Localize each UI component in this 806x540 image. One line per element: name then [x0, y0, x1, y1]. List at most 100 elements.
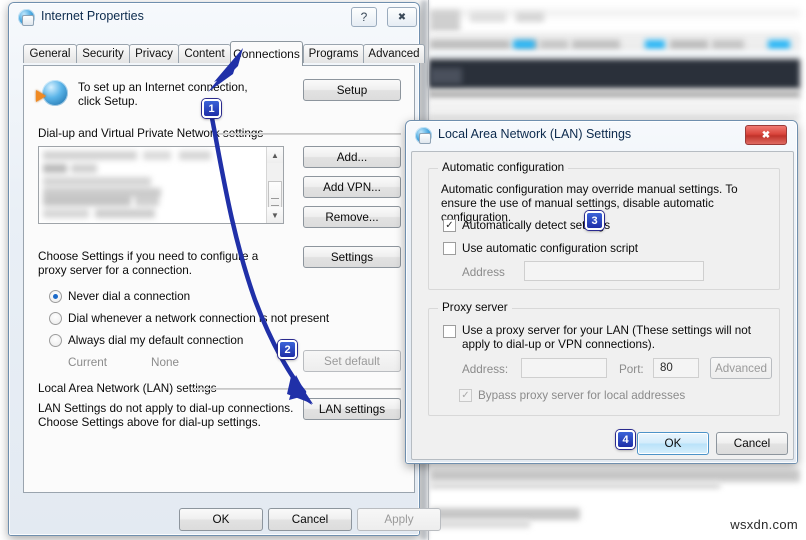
add-vpn-button[interactable]: Add VPN...: [303, 176, 401, 198]
setup-button[interactable]: Setup: [303, 79, 401, 101]
automatically-detect-settings-checkbox[interactable]: ✓: [443, 219, 456, 232]
use-automatic-configuration-script-label: Use automatic configuration script: [462, 242, 639, 255]
bypass-proxy-label: Bypass proxy server for local addresses: [478, 389, 686, 402]
step-number: 1: [208, 102, 215, 115]
lan-settings-client: Automatic configuration Automatic config…: [411, 151, 794, 460]
lan-group-divider: [192, 388, 401, 390]
help-icon: ?: [360, 10, 368, 24]
use-proxy-server-label: Use a proxy server for your LAN (These s…: [462, 324, 752, 351]
lan-settings-titlebar: Local Area Network (LAN) Settings ✖: [406, 121, 797, 151]
remove-button-label: Remove...: [325, 210, 379, 224]
bypass-proxy-checkbox[interactable]: ✓: [459, 389, 472, 402]
settings-button-label: Settings: [330, 250, 374, 264]
tab-label: Programs: [308, 48, 359, 60]
tab-advanced[interactable]: Advanced: [363, 44, 425, 63]
close-icon: ✖: [397, 11, 407, 23]
proxy-address-input[interactable]: [521, 358, 607, 378]
wsxdn-watermark: wsxdn.com: [730, 517, 798, 532]
check-icon: ✓: [461, 389, 470, 401]
tab-privacy[interactable]: Privacy: [129, 44, 179, 63]
tab-content[interactable]: Content: [178, 44, 231, 63]
lan-cancel-button[interactable]: Cancel: [716, 432, 788, 455]
remove-button[interactable]: Remove...: [303, 206, 401, 228]
radio-always-dial-label: Always dial my default connection: [68, 334, 244, 347]
close-icon: ✖: [761, 129, 771, 141]
tabstrip: General Security Privacy Content Connect…: [23, 41, 425, 66]
scroll-up-icon[interactable]: ▲: [267, 147, 283, 163]
apply-label: Apply: [384, 513, 414, 526]
tab-security[interactable]: Security: [76, 44, 130, 63]
add-button-label: Add...: [336, 150, 368, 164]
lan-settings-button[interactable]: LAN settings: [303, 398, 401, 420]
ok-label: OK: [212, 513, 230, 526]
radio-dial-whenever[interactable]: [49, 312, 62, 325]
ip-cancel-button[interactable]: Cancel: [268, 508, 352, 531]
set-default-label: Set default: [324, 354, 380, 368]
radio-never-dial-label: Never dial a connection: [68, 290, 191, 303]
use-automatic-configuration-script-checkbox[interactable]: [443, 242, 456, 255]
connections-listbox[interactable]: ▲ ▼: [38, 146, 284, 224]
lan-settings-button-label: LAN settings: [318, 402, 386, 416]
proxy-port-label: Port:: [619, 363, 644, 376]
radio-always-dial[interactable]: [49, 334, 62, 347]
auto-config-address-label: Address: [462, 266, 505, 279]
lan-ok-button[interactable]: OK: [637, 432, 709, 455]
tab-label: Security: [82, 48, 124, 60]
ip-apply-button: Apply: [357, 508, 441, 531]
lan-settings-window: Local Area Network (LAN) Settings ✖ Auto…: [405, 120, 798, 464]
setup-description: To set up an Internet connection, click …: [78, 81, 248, 108]
step-number: 4: [622, 433, 629, 446]
internet-properties-window: Internet Properties ? ✖ General Security…: [8, 2, 441, 536]
proxy-port-value: 80: [660, 362, 673, 374]
listbox-scrollbar[interactable]: ▲ ▼: [266, 147, 283, 223]
auto-config-address-input[interactable]: [524, 261, 704, 281]
current-value: None: [151, 356, 179, 369]
proxy-advanced-button: Advanced: [710, 357, 772, 379]
tab-label: Advanced: [368, 48, 420, 60]
step-badge-3: 3: [585, 211, 604, 230]
check-icon: ✓: [445, 219, 454, 231]
dialup-group-divider: [218, 133, 401, 135]
internet-properties-title: Internet Properties: [41, 9, 144, 23]
step-badge-1: 1: [202, 99, 221, 118]
automatic-configuration-title: Automatic configuration: [438, 161, 569, 174]
connections-tab-page: To set up an Internet connection, click …: [23, 65, 415, 493]
lan-description: LAN Settings do not apply to dial-up con…: [38, 402, 294, 429]
step-badge-4: 4: [616, 430, 635, 449]
lan-group-title: Local Area Network (LAN) settings: [38, 382, 217, 395]
set-default-button: Set default: [303, 350, 401, 372]
scroll-down-icon[interactable]: ▼: [267, 207, 283, 223]
radio-never-dial[interactable]: [49, 290, 62, 303]
ip-ok-button[interactable]: OK: [179, 508, 263, 531]
radio-dial-whenever-label: Dial whenever a network connection is no…: [68, 312, 330, 325]
tab-label: General: [29, 48, 71, 60]
step-number: 3: [591, 214, 598, 227]
close-button[interactable]: ✖: [387, 7, 417, 27]
step-badge-2: 2: [278, 340, 297, 359]
proxy-server-group: Proxy server Use a proxy server for your…: [428, 301, 780, 416]
add-button[interactable]: Add...: [303, 146, 401, 168]
internet-properties-titlebar: Internet Properties ? ✖: [9, 3, 419, 33]
step-number: 2: [284, 343, 291, 356]
setup-button-label: Setup: [336, 83, 368, 97]
tab-programs[interactable]: Programs: [303, 44, 364, 63]
lan-settings-title: Local Area Network (LAN) Settings: [438, 127, 632, 141]
ok-label: OK: [664, 437, 682, 450]
proxy-address-label: Address:: [462, 363, 509, 376]
use-proxy-server-checkbox[interactable]: [443, 325, 456, 338]
proxy-hint: Choose Settings if you need to configure…: [38, 250, 259, 277]
tab-connections[interactable]: Connections: [230, 41, 303, 66]
radio-dot: [53, 294, 58, 299]
help-button[interactable]: ?: [351, 7, 377, 27]
proxy-port-input[interactable]: 80: [653, 358, 699, 378]
tab-label: Privacy: [135, 48, 173, 60]
tab-general[interactable]: General: [23, 44, 77, 63]
cancel-label: Cancel: [733, 437, 771, 450]
lan-close-button[interactable]: ✖: [745, 125, 787, 145]
automatic-configuration-group: Automatic configuration Automatic config…: [428, 161, 780, 290]
cancel-label: Cancel: [291, 513, 329, 526]
proxy-server-title: Proxy server: [438, 301, 512, 314]
tab-label: Content: [184, 48, 225, 60]
settings-button[interactable]: Settings: [303, 246, 401, 268]
advanced-label: Advanced: [715, 361, 767, 375]
